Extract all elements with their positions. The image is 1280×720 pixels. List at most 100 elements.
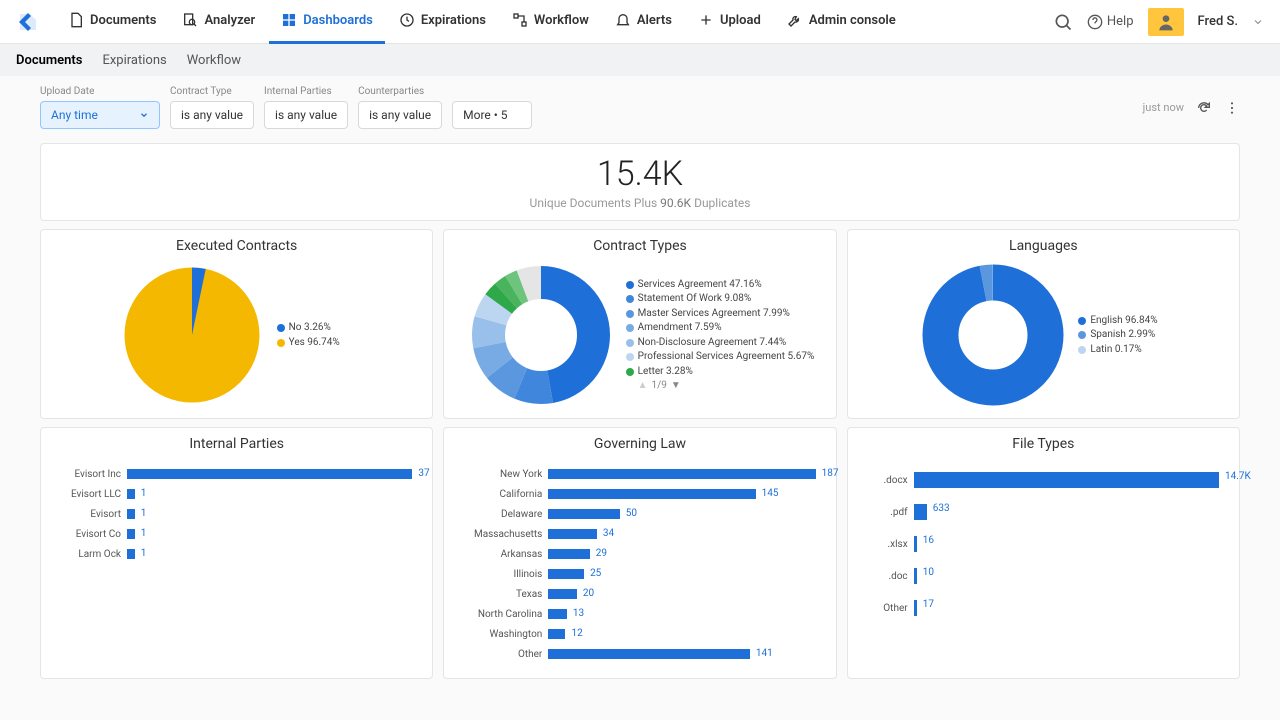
card-title: Contract Types [456, 238, 823, 254]
bar-value: 20 [579, 588, 594, 599]
bar-track: 633 [914, 504, 1219, 520]
card-title: Internal Parties [53, 436, 420, 452]
bar-fill [914, 600, 917, 616]
subnav-workflow[interactable]: Workflow [187, 53, 241, 68]
bar-fill [548, 629, 565, 639]
bar-track: 1 [127, 529, 412, 539]
bar-row[interactable]: Evisort1 [61, 506, 412, 522]
legend-item[interactable]: No 3.26% [277, 322, 357, 334]
languages-card: Languages English 96.84%Spanish 2.99%Lat… [847, 229, 1240, 419]
nav-alerts[interactable]: Alerts [603, 0, 684, 44]
legend-item[interactable]: Amendment 7.59% [626, 322, 815, 334]
nav-dashboards[interactable]: Dashboards [269, 0, 385, 44]
dashboard-icon [281, 12, 297, 28]
nav-upload[interactable]: Upload [686, 0, 773, 44]
contract-types-card: Contract Types [443, 229, 836, 419]
legend-item[interactable]: Services Agreement 47.16% [626, 279, 815, 291]
legend-item[interactable]: Master Services Agreement 7.99% [626, 308, 815, 320]
bar-row[interactable]: .pdf633 [868, 498, 1219, 526]
legend-item[interactable]: Yes 96.74% [277, 337, 357, 349]
filter-label: Internal Parties [264, 86, 348, 97]
bar-row[interactable]: Other141 [464, 646, 815, 662]
workflow-icon [512, 12, 528, 28]
legend-item[interactable]: Statement Of Work 9.08% [626, 293, 815, 305]
legend-text: Latin 0.17% [1090, 344, 1141, 356]
filter-upload-date-pill[interactable]: Any time [40, 101, 160, 129]
bar-fill [548, 549, 589, 559]
filetypes-bar-chart: .docx14.7K .pdf633 .xlsx16 .doc10 Other17 [860, 458, 1227, 630]
filter-more-pill[interactable]: More • 5 [452, 101, 532, 129]
legend-item[interactable]: Letter 3.28% [626, 366, 815, 378]
legend-text: Spanish 2.99% [1090, 329, 1155, 341]
refresh-status: just now [1143, 101, 1184, 114]
bar-fill [548, 509, 619, 519]
bar-label: .doc [868, 571, 908, 582]
bar-value: 34 [599, 528, 614, 539]
legend-item[interactable]: Spanish 2.99% [1078, 329, 1168, 341]
help-button[interactable]: Help [1087, 14, 1134, 30]
nav-label: Documents [90, 13, 156, 28]
chevron-down-icon[interactable] [1252, 16, 1264, 28]
kpi-value: 15.4K [51, 154, 1229, 194]
bar-row[interactable]: Evisort Co1 [61, 526, 412, 542]
legend-text: Services Agreement 47.16% [638, 279, 762, 291]
user-menu[interactable] [1148, 8, 1184, 36]
nav-documents[interactable]: Documents [56, 0, 168, 44]
filter-internal-parties-pill[interactable]: is any value [264, 101, 348, 129]
filter-counterparties-pill[interactable]: is any value [358, 101, 442, 129]
bar-row[interactable]: Illinois25 [464, 566, 815, 582]
bar-row[interactable]: Other17 [868, 594, 1219, 622]
bar-track: 14.7K [914, 472, 1219, 488]
bar-row[interactable]: Arkansas29 [464, 546, 815, 562]
bar-row[interactable]: .docx14.7K [868, 466, 1219, 494]
bar-value: 37 [414, 468, 429, 479]
bar-fill [914, 536, 917, 552]
bar-track: 1 [127, 509, 412, 519]
bar-row[interactable]: California145 [464, 486, 815, 502]
filter-contract-type-pill[interactable]: is any value [170, 101, 254, 129]
nav-analyzer[interactable]: Analyzer [170, 0, 267, 44]
legend-text: Master Services Agreement 7.99% [638, 308, 790, 320]
legend-item[interactable]: Latin 0.17% [1078, 344, 1168, 356]
search-icon[interactable] [1053, 12, 1073, 32]
wrench-icon [787, 12, 803, 28]
nav-admin[interactable]: Admin console [775, 0, 908, 44]
nav-label: Dashboards [303, 13, 373, 28]
bar-label: Evisort Inc [61, 469, 121, 480]
executed-pie [117, 260, 267, 410]
filter-internal-parties: Internal Parties is any value [264, 86, 348, 129]
legend-dot-icon [626, 339, 634, 347]
legend-item[interactable]: English 96.84% [1078, 315, 1168, 327]
executed-contracts-card: Executed Contracts No 3.26%Yes 96.74% [40, 229, 433, 419]
filter-value: More • 5 [463, 108, 507, 122]
bar-row[interactable]: Evisort LLC1 [61, 486, 412, 502]
legend-dot-icon [626, 310, 634, 318]
refresh-icon[interactable] [1196, 100, 1212, 116]
bar-row[interactable]: North Carolina13 [464, 606, 815, 622]
bar-label: Washington [464, 629, 542, 640]
bar-fill [127, 489, 135, 499]
bar-row[interactable]: .xlsx16 [868, 530, 1219, 558]
nav-label: Admin console [809, 13, 896, 28]
legend-item[interactable]: Non-Disclosure Agreement 7.44% [626, 337, 815, 349]
bar-row[interactable]: Larm Ock1 [61, 546, 412, 562]
bar-row[interactable]: Massachusetts34 [464, 526, 815, 542]
bar-row[interactable]: Texas20 [464, 586, 815, 602]
legend-item[interactable]: Professional Services Agreement 5.67% [626, 351, 815, 363]
bar-row[interactable]: New York187 [464, 466, 815, 482]
nav-label: Upload [720, 13, 761, 28]
nav-workflow[interactable]: Workflow [500, 0, 601, 44]
legend-pager[interactable]: ▲1/9▼ [638, 380, 815, 391]
brand-logo[interactable] [16, 10, 40, 34]
more-menu-icon[interactable] [1224, 100, 1240, 116]
bar-track: 34 [548, 529, 815, 539]
bar-row[interactable]: Delaware50 [464, 506, 815, 522]
bar-row[interactable]: Evisort Inc37 [61, 466, 412, 482]
subnav-expirations[interactable]: Expirations [102, 53, 166, 68]
nav-expirations[interactable]: Expirations [387, 0, 498, 44]
legend-dot-icon [626, 281, 634, 289]
bar-row[interactable]: Washington12 [464, 626, 815, 642]
subnav-documents[interactable]: Documents [16, 53, 82, 68]
bar-row[interactable]: .doc10 [868, 562, 1219, 590]
bar-value: 29 [592, 548, 607, 559]
